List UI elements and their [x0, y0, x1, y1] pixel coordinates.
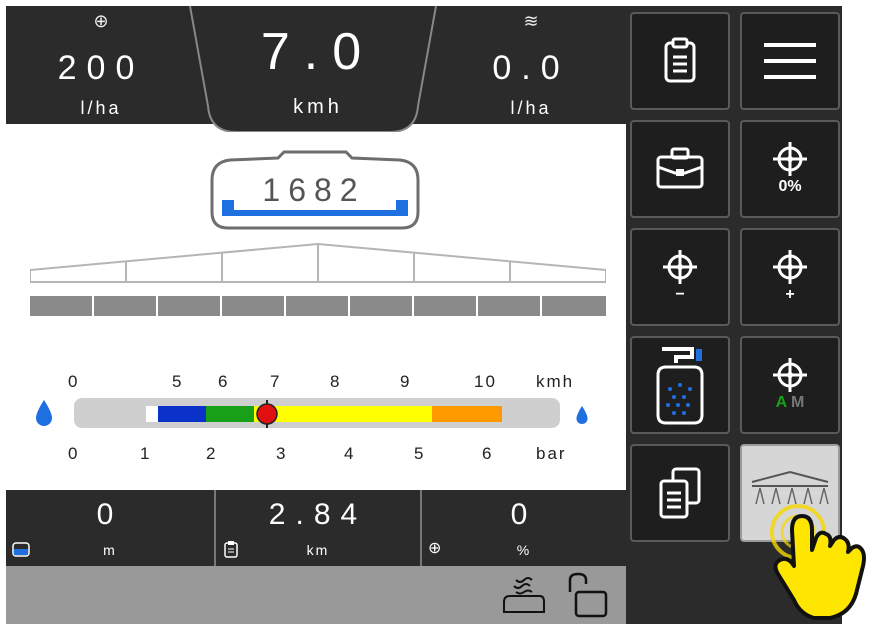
speed-tick: 0	[68, 372, 80, 391]
briefcase-icon	[656, 147, 704, 189]
boom-section	[478, 296, 540, 316]
gauge-blue-segment	[158, 406, 206, 422]
gauge-marker	[256, 400, 278, 428]
clipboard-icon	[224, 541, 238, 558]
pressure-tick: 0	[68, 444, 80, 463]
speed-tick: 10	[474, 372, 497, 391]
flow-icon: ≋	[523, 11, 539, 31]
clipboard-icon	[664, 37, 696, 83]
rate-percent-label: 0%	[778, 178, 802, 195]
tank-icon	[12, 542, 30, 557]
speed-unit-label: kmh	[536, 372, 575, 391]
speed-value: 7.0	[260, 23, 376, 81]
pressure-unit-label: bar	[536, 444, 567, 463]
hamburger-icon	[764, 43, 816, 79]
speed-tick: 6	[218, 372, 230, 391]
boom-section	[414, 296, 476, 316]
actual-rate-unit: l/ha	[510, 98, 552, 118]
speed-tick: 7	[270, 372, 282, 391]
plus-label: +	[785, 286, 795, 303]
target-icon: ⊕	[428, 540, 442, 557]
target-icon: ⊕	[93, 11, 109, 31]
briefcase-button[interactable]	[630, 120, 730, 218]
distance-unit: m	[103, 542, 117, 558]
distance-value: 0	[96, 498, 124, 531]
boom-section	[158, 296, 220, 316]
percent-value: 0	[510, 498, 538, 531]
copy-button[interactable]	[630, 444, 730, 542]
boom-sections	[30, 296, 606, 316]
gauge-yellow-segment	[254, 406, 432, 422]
bottom-bar: 0 m 2.84 km 0 % ⊕	[6, 490, 626, 566]
distance-panel: 0 m	[6, 490, 214, 566]
copy-icon	[659, 467, 701, 519]
drop-small-icon	[576, 406, 588, 429]
menu-button[interactable]	[740, 12, 840, 110]
target-rate-value: 200	[57, 49, 145, 87]
pressure-tick: 1	[140, 444, 152, 463]
touch-pointer-icon	[770, 504, 866, 620]
auto-label: A	[775, 394, 787, 411]
actual-rate-value: 0.0	[492, 49, 570, 87]
drop-large-icon	[36, 400, 52, 431]
speed-tick: 8	[330, 372, 342, 391]
pressure-tick: 5	[414, 444, 426, 463]
pressure-tick: 4	[344, 444, 356, 463]
gauge-green-segment	[206, 406, 254, 422]
pressure-tick: 2	[206, 444, 218, 463]
minus-label: −	[675, 286, 685, 303]
speed-unit: kmh	[293, 96, 343, 118]
target-icon	[773, 358, 807, 392]
boom-section	[542, 296, 606, 316]
spray-icon[interactable]	[500, 576, 548, 614]
boom-section	[30, 296, 92, 316]
auto-manual-button[interactable]: A M	[740, 336, 840, 434]
clipboard-button[interactable]	[630, 12, 730, 110]
fill-tank-button[interactable]	[630, 336, 730, 434]
target-icon	[663, 250, 697, 284]
boom-section	[350, 296, 412, 316]
target-rate-unit: l/ha	[80, 98, 122, 118]
rate-decrease-button[interactable]: −	[630, 228, 730, 326]
tank-volume: 1682	[262, 172, 366, 208]
rate-increase-button[interactable]: +	[740, 228, 840, 326]
actual-rate-panel: ≋ 0.0 l/ha	[436, 6, 626, 124]
rate-percent-button[interactable]: 0%	[740, 120, 840, 218]
target-rate-panel: ⊕ 200 l/ha	[6, 6, 196, 124]
fill-tank-icon	[656, 347, 704, 425]
unlock-icon[interactable]	[566, 572, 610, 618]
km-value: 2.84	[268, 498, 368, 531]
pressure-tick: 6	[482, 444, 494, 463]
km-panel: 2.84 km	[216, 490, 420, 566]
boom-section	[94, 296, 156, 316]
boom-section	[222, 296, 284, 316]
target-icon	[773, 142, 807, 176]
manual-label: M	[791, 394, 805, 411]
pressure-tick: 3	[276, 444, 288, 463]
gauge-orange-segment	[432, 406, 502, 422]
target-icon	[773, 250, 807, 284]
speed-tick: 9	[400, 372, 412, 391]
status-bar	[6, 566, 626, 624]
km-unit: km	[306, 542, 330, 558]
boom-section	[286, 296, 348, 316]
percent-panel: 0 % ⊕	[422, 490, 626, 566]
boom-graphic	[30, 242, 606, 283]
percent-unit: %	[516, 542, 532, 558]
gauge-white-segment	[146, 406, 158, 422]
speed-tick: 5	[172, 372, 184, 391]
